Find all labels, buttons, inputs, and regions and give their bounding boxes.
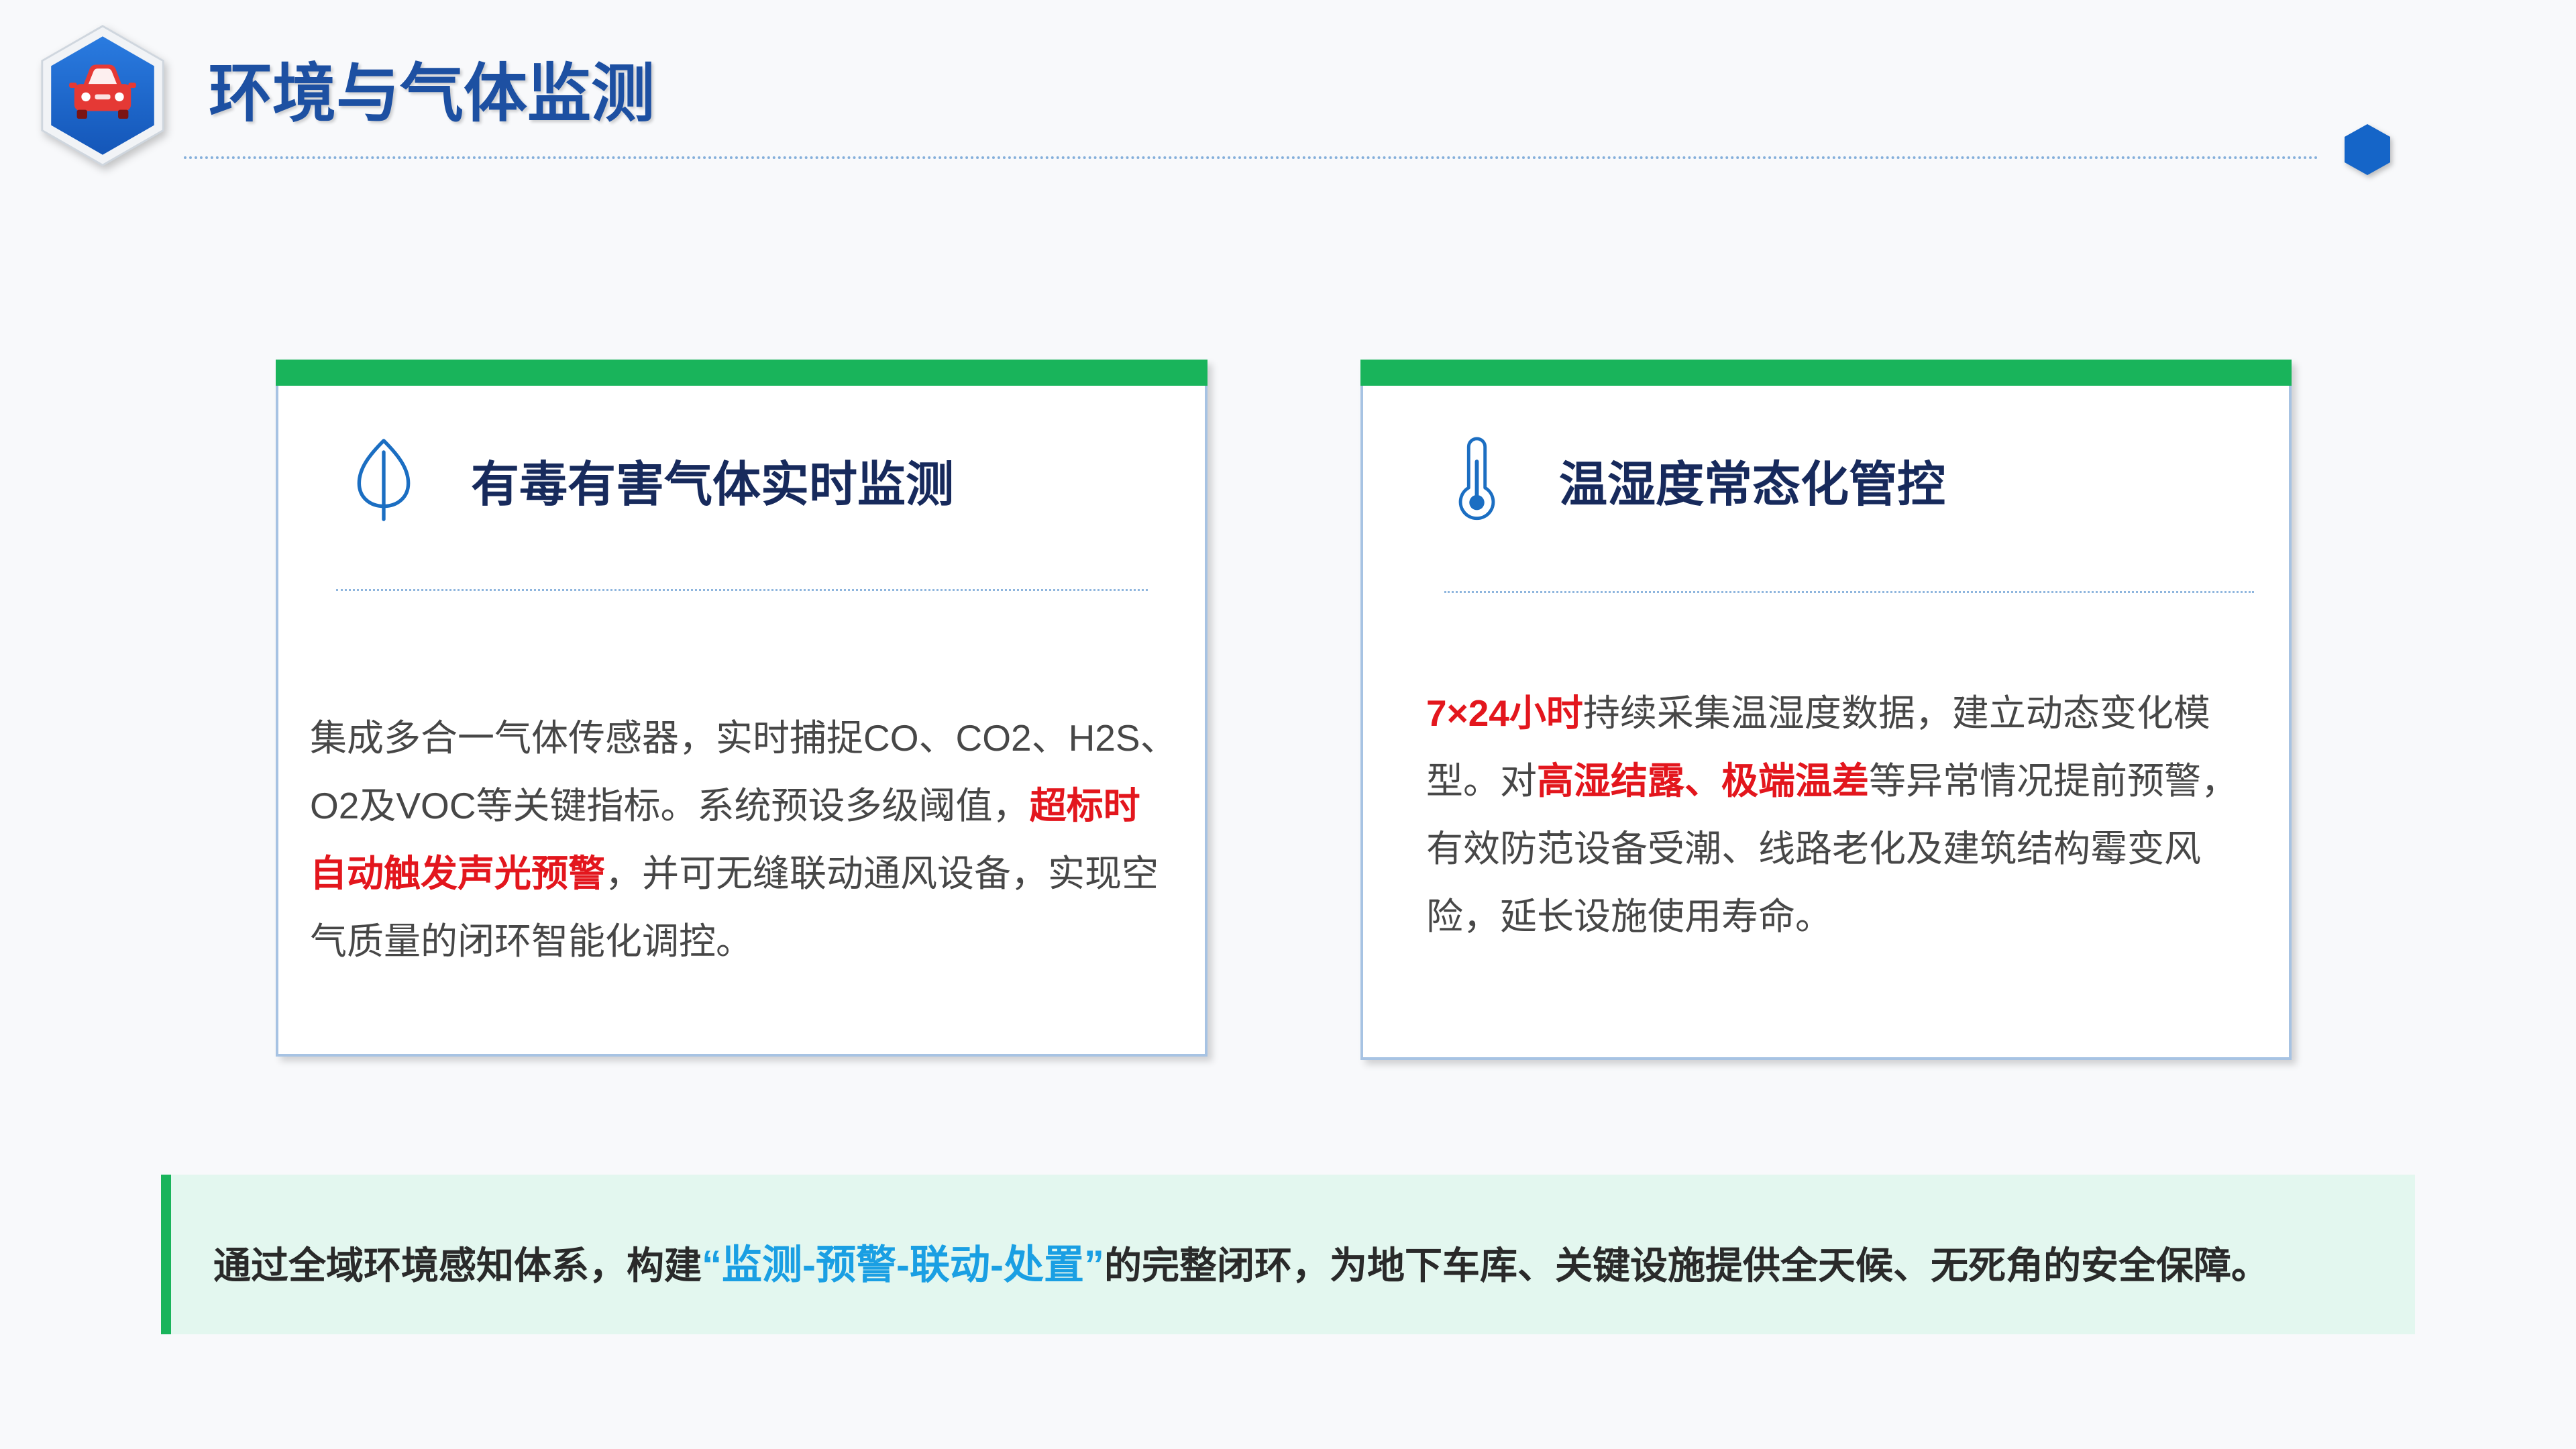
body-line: 有效防范设备受潮、线路老化及建筑结构霉变风 xyxy=(1426,815,2238,883)
body-text: 型。对 xyxy=(1426,760,1538,802)
page-title: 环境与气体监测 xyxy=(209,58,655,129)
header-divider xyxy=(184,156,2320,159)
highlight-text: 7×24小时 xyxy=(1426,692,1583,734)
card-body: 7×24小时持续采集温湿度数据，建立动态变化模 型。对高湿结露、极端温差等异常情… xyxy=(1426,680,2238,951)
leaf-icon xyxy=(357,439,411,521)
card-accent-bar xyxy=(276,360,1208,386)
body-line: 集成多合一气体传感器，实时捕捉CO、CO2、H2S、 xyxy=(310,704,1177,772)
body-text: 险，延长设施使用寿命。 xyxy=(1426,896,1833,937)
thermometer-icon xyxy=(1458,437,1495,521)
body-line: 自动触发声光预警，并可无缝联动通风设备，实现空 xyxy=(310,840,1177,908)
body-text: 持续采集温湿度数据，建立动态变化模 xyxy=(1582,692,2210,734)
card-title: 有毒有害气体实时监测 xyxy=(471,458,955,512)
body-line: 型。对高湿结露、极端温差等异常情况提前预警， xyxy=(1426,747,2238,815)
body-text: ，并可无缝联动通风设备，实现空 xyxy=(605,853,1159,894)
body-line: 气质量的闭环智能化调控。 xyxy=(310,908,1177,975)
body-line: 险，延长设施使用寿命。 xyxy=(1426,883,2238,951)
body-text: 有效防范设备受潮、线路老化及建筑结构霉变风 xyxy=(1426,828,2202,869)
card-divider xyxy=(336,589,1148,591)
body-text: 等异常情况提前预警， xyxy=(1869,760,2239,802)
banner-segment: 通过全域环境感知体系，构建 xyxy=(213,1244,702,1287)
card-title: 温湿度常态化管控 xyxy=(1559,458,1946,512)
highlight-text: 高湿结露、极端温差 xyxy=(1537,760,1870,802)
banner-segment: 的完整闭环，为地下车库、关键设施提供全天候、无死角的安全保障。 xyxy=(1104,1244,2269,1287)
banner-highlight: “监测-预警-联动-处置” xyxy=(702,1242,1104,1287)
gas-monitoring-card: 有毒有害气体实时监测 集成多合一气体传感器，实时捕捉CO、CO2、H2S、 O2… xyxy=(276,360,1208,1057)
car-logo-icon xyxy=(41,25,164,166)
body-text: 集成多合一气体传感器，实时捕捉CO、CO2、H2S、 xyxy=(310,717,1177,759)
body-line: O2及VOC等关键指标。系统预设多级阈值，超标时 xyxy=(310,772,1177,840)
body-text: O2及VOC等关键指标。系统预设多级阈值， xyxy=(310,785,1030,826)
card-body: 集成多合一气体传感器，实时捕捉CO、CO2、H2S、 O2及VOC等关键指标。系… xyxy=(310,704,1177,975)
temperature-humidity-card: 温湿度常态化管控 7×24小时持续采集温湿度数据，建立动态变化模 型。对高湿结露… xyxy=(1360,360,2292,1060)
banner-accent-bar xyxy=(161,1175,171,1334)
body-text: 气质量的闭环智能化调控。 xyxy=(310,920,753,962)
summary-banner: 通过全域环境感知体系，构建“监测-预警-联动-处置”的完整闭环，为地下车库、关键… xyxy=(161,1175,2415,1334)
highlight-text: 超标时 xyxy=(1029,785,1140,826)
card-accent-bar xyxy=(1360,360,2292,386)
highlight-text: 自动触发声光预警 xyxy=(310,853,606,894)
hexagon-icon xyxy=(2345,124,2390,175)
banner-text: 通过全域环境感知体系，构建“监测-预警-联动-处置”的完整闭环，为地下车库、关键… xyxy=(213,1238,2269,1293)
body-line: 7×24小时持续采集温湿度数据，建立动态变化模 xyxy=(1426,680,2238,747)
card-divider xyxy=(1444,591,2254,593)
